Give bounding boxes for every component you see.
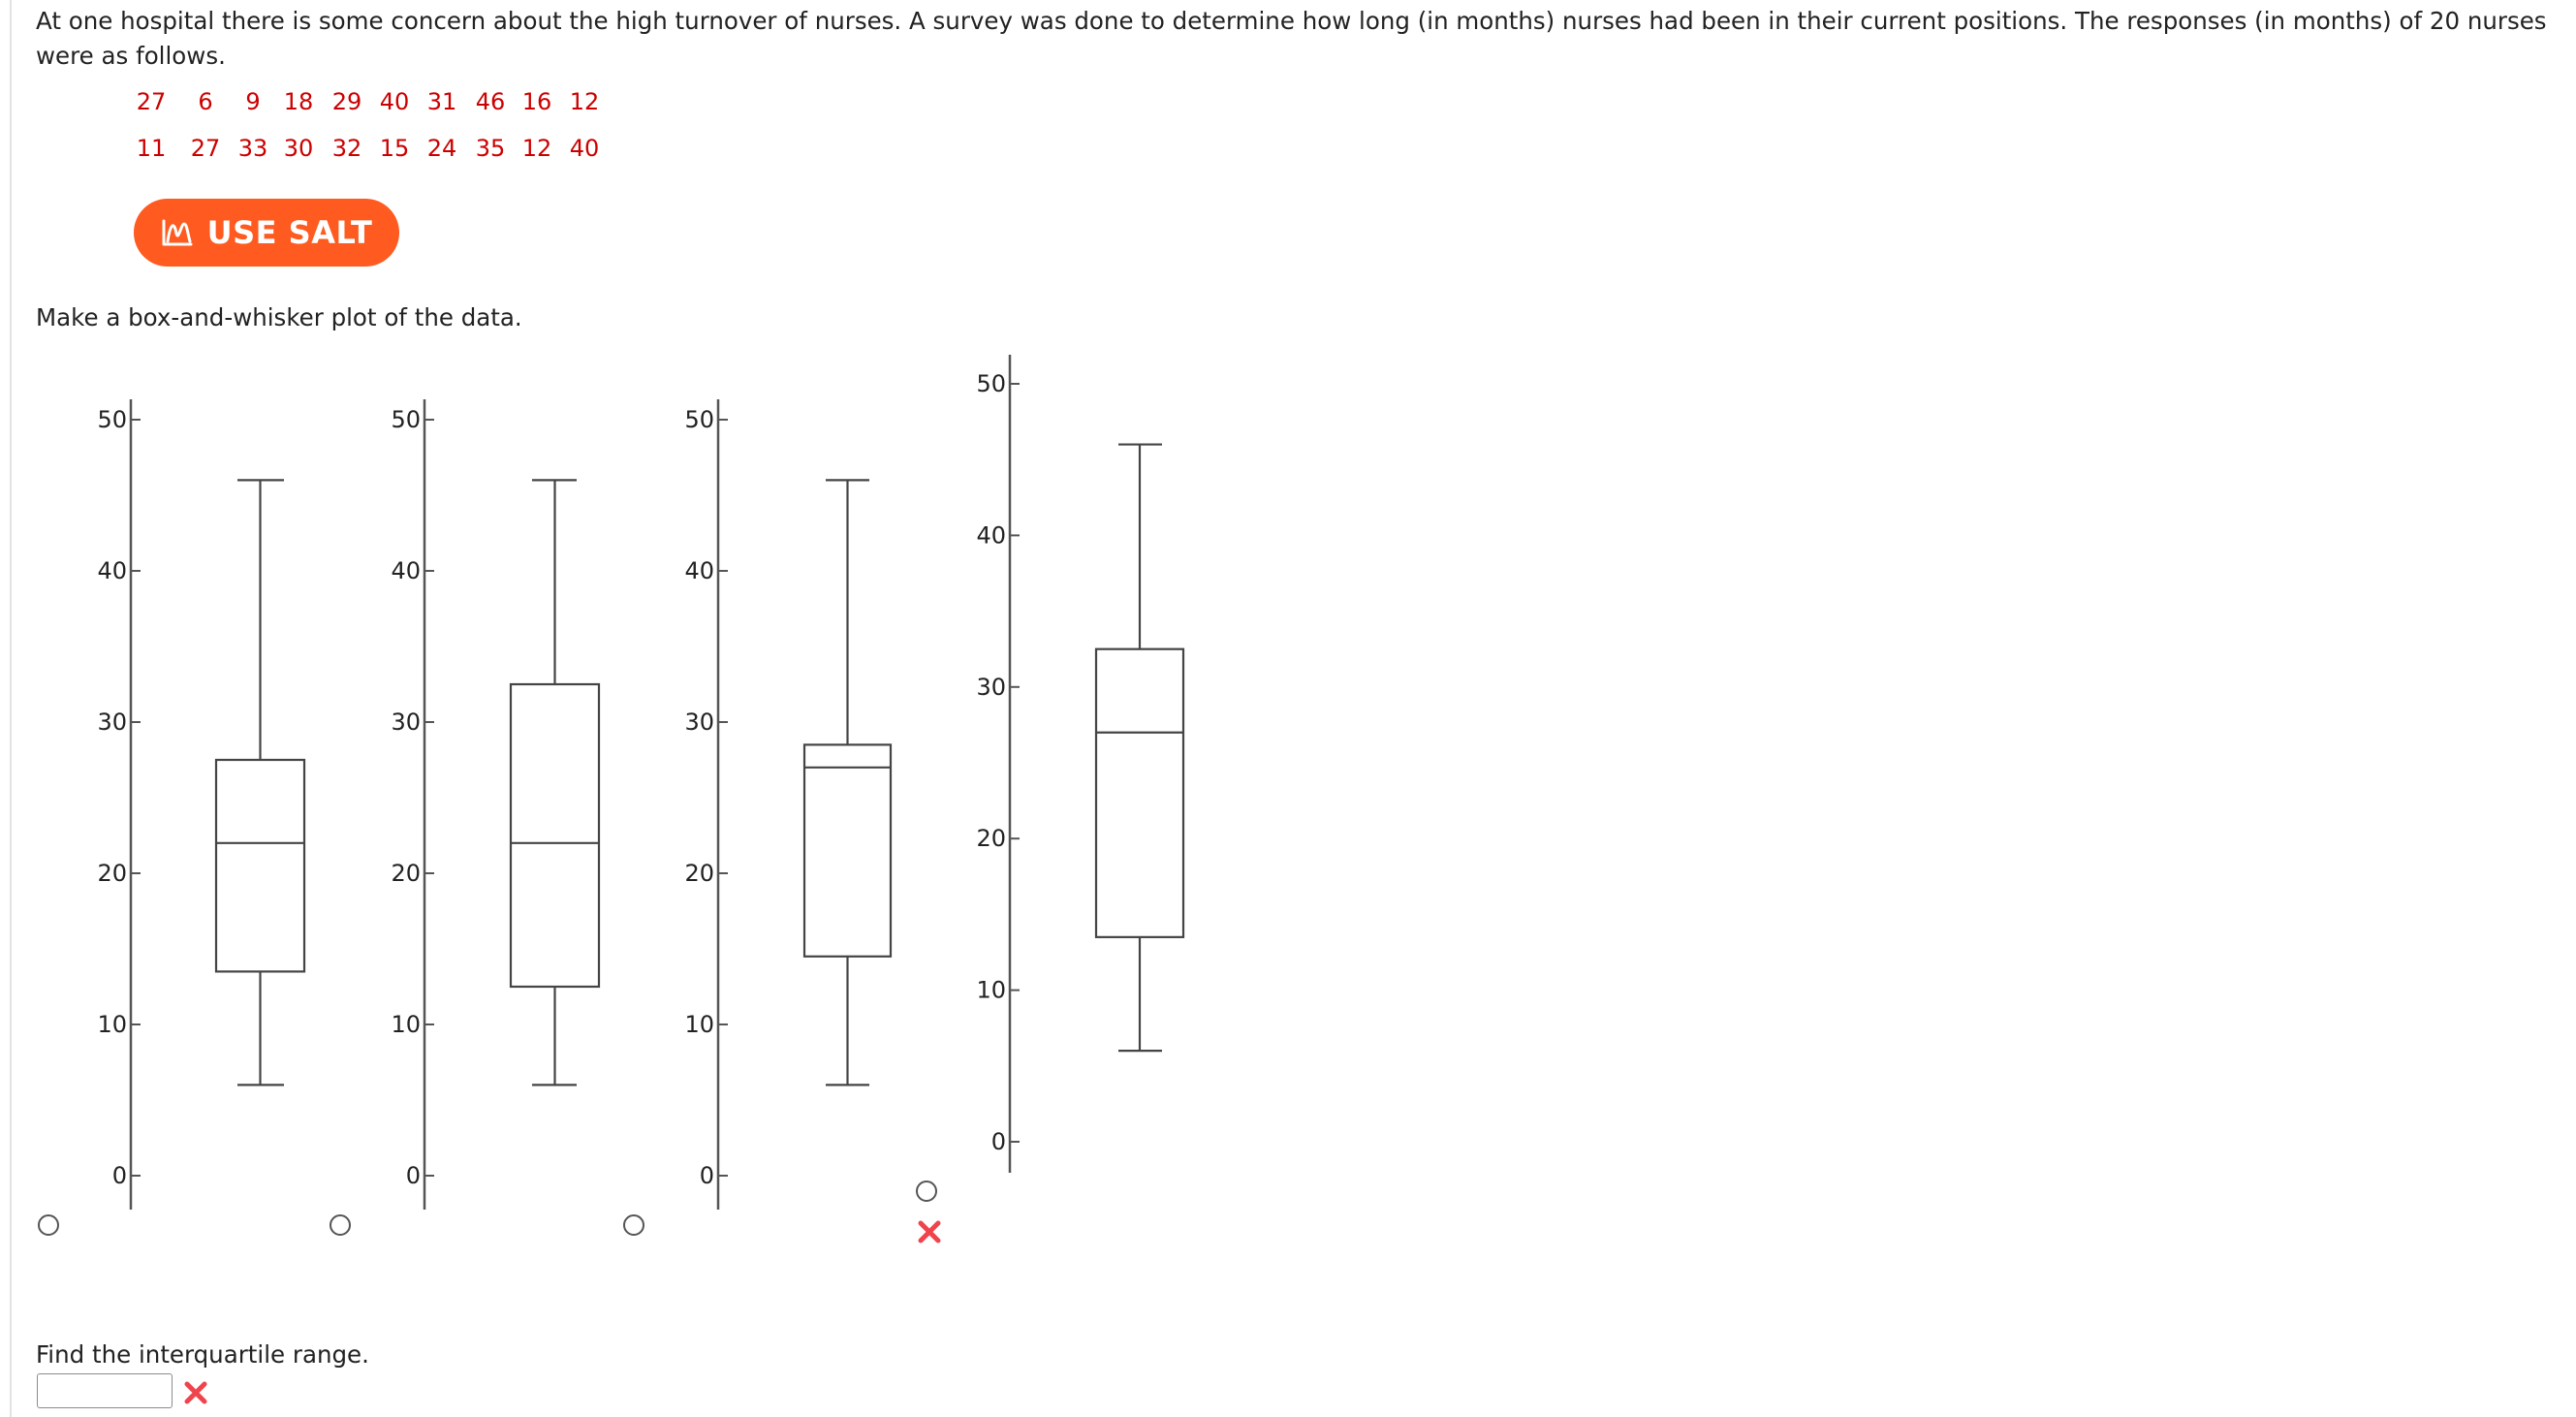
- boxplot-option-4: 0 10 20 30 40 50: [976, 355, 1185, 1173]
- y-tick-label: 30: [976, 674, 1006, 701]
- y-tick-label: 0: [991, 1128, 1006, 1155]
- y-tick-label: 20: [976, 825, 1006, 852]
- iqr-box: [214, 758, 306, 973]
- y-tick-label: 40: [976, 521, 1006, 549]
- boxplot-option-2: 0 10 20 30 40 50: [391, 399, 601, 1210]
- y-tick-label: 0: [112, 1162, 127, 1189]
- boxplot-option-3: 0 10 20 30 40 50: [684, 399, 893, 1210]
- y-tick-label: 50: [684, 406, 714, 433]
- y-tick-label: 10: [391, 1011, 421, 1038]
- y-tick-label: 30: [391, 708, 421, 736]
- y-tick-label: 50: [976, 370, 1006, 397]
- y-tick-label: 50: [97, 406, 127, 433]
- y-tick-label: 40: [391, 557, 421, 584]
- y-tick-label: 30: [684, 708, 714, 736]
- iqr-box: [509, 682, 601, 989]
- y-tick-label: 0: [700, 1162, 714, 1189]
- y-tick-label: 50: [391, 406, 421, 433]
- iqr-box: [1094, 647, 1185, 938]
- y-tick-label: 20: [684, 860, 714, 887]
- option-radio-1[interactable]: [38, 1214, 59, 1236]
- boxplot-options: 0 10 20 30 40 50 0 10 20 30 40 50 0 10 20 30 40 50 0 10 20 30…: [97, 355, 1185, 1210]
- iqr-answer-input[interactable]: [37, 1373, 173, 1408]
- y-tick-label: 0: [406, 1162, 421, 1189]
- option-radio-4[interactable]: [916, 1181, 937, 1202]
- y-tick-label: 40: [97, 557, 127, 584]
- y-tick-label: 10: [97, 1011, 127, 1038]
- incorrect-x-icon: [918, 1220, 941, 1244]
- boxplot-option-1: 0 10 20 30 40 50: [97, 399, 306, 1210]
- y-tick-label: 10: [976, 977, 1006, 1004]
- y-tick-label: 10: [684, 1011, 714, 1038]
- option-radio-2[interactable]: [330, 1214, 351, 1236]
- y-tick-label: 40: [684, 557, 714, 584]
- iqr-incorrect-x-icon: [184, 1381, 207, 1404]
- iqr-question: Find the interquartile range.: [36, 1340, 369, 1369]
- iqr-box: [802, 743, 893, 958]
- y-tick-label: 20: [391, 860, 421, 887]
- y-tick-label: 20: [97, 860, 127, 887]
- y-tick-label: 30: [97, 708, 127, 736]
- option-radio-3[interactable]: [623, 1214, 644, 1236]
